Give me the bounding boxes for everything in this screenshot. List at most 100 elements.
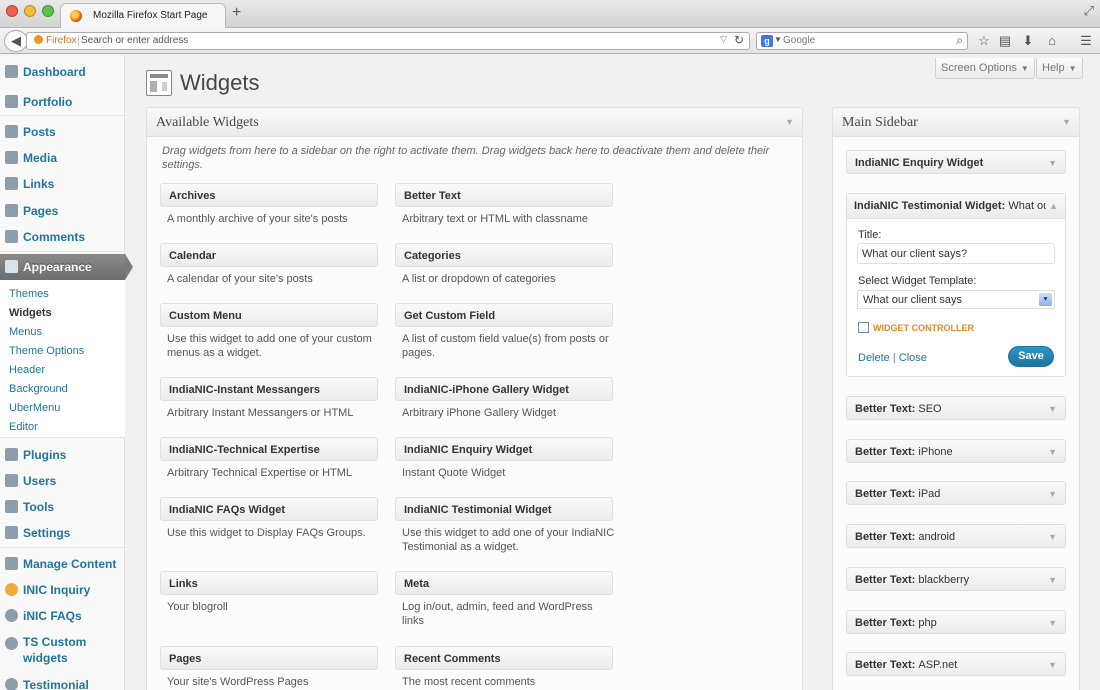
sidebar-widget[interactable]: Better Text: php ▼ [846, 609, 1066, 634]
widget-controller-checkbox[interactable] [858, 322, 869, 333]
menu-pages[interactable]: Pages [0, 200, 125, 222]
menu-comments[interactable]: Comments [0, 226, 125, 248]
history-dropdown-icon[interactable]: ▽ [720, 34, 727, 45]
menu-inic-faqs[interactable]: iNIC FAQs [0, 605, 125, 627]
toggle-arrow-icon[interactable]: ▲ [1049, 201, 1058, 211]
widget-title-suffix: android [918, 531, 956, 544]
available-widget[interactable]: IndiaNIC-Instant Messangers [160, 377, 378, 401]
toggle-arrow-icon[interactable]: ▼ [1062, 117, 1071, 127]
sidebar-widget[interactable]: Better Text: android ▼ [846, 524, 1066, 549]
new-tab-button[interactable]: + [232, 4, 241, 22]
back-button[interactable]: ◀ [4, 30, 28, 52]
menu-users[interactable]: Users [0, 470, 125, 492]
available-widgets-header[interactable]: Available Widgets ▼ [147, 108, 802, 137]
menu-plugins[interactable]: Plugins [0, 444, 125, 466]
available-widget[interactable]: Pages [160, 646, 378, 670]
search-input[interactable]: Google [783, 35, 815, 46]
menu-posts[interactable]: Posts [0, 121, 125, 143]
toggle-arrow-icon[interactable]: ▼ [785, 117, 794, 127]
available-widget[interactable]: Calendar [160, 243, 378, 267]
toggle-arrow-icon[interactable]: ▼ [1048, 447, 1057, 457]
fullscreen-icon[interactable]: ⤢ [1084, 3, 1094, 19]
downloads-icon[interactable]: ⬇ [1019, 32, 1037, 50]
toggle-arrow-icon[interactable]: ▼ [1048, 532, 1057, 542]
template-select[interactable]: What our client says ▼ [857, 290, 1055, 309]
toggle-arrow-icon[interactable]: ▼ [1048, 404, 1057, 414]
menu-icon[interactable]: ☰ [1077, 32, 1095, 50]
zoom-window-icon[interactable] [42, 5, 54, 17]
menu-testimonial[interactable]: Testimonial [0, 674, 125, 690]
submenu-editor[interactable]: Editor [9, 421, 38, 433]
browser-tab[interactable]: Mozilla Firefox Start Page [60, 3, 226, 28]
submenu-header[interactable]: Header [9, 364, 45, 376]
submenu-menus[interactable]: Menus [9, 326, 42, 338]
sidebar-widget[interactable]: Better Text: SEO ▼ [846, 396, 1066, 420]
screen-options-button[interactable]: Screen Options ▼ [935, 58, 1035, 79]
menu-media[interactable]: Media [0, 147, 125, 169]
available-widget[interactable]: Links [160, 571, 378, 595]
sidebar-widget[interactable]: Better Text: ASP.net ▼ [846, 652, 1066, 677]
browser-navbar: ◀ Firefox Search or enter address ▽ ↻ g … [0, 28, 1100, 54]
available-widget[interactable]: Custom Menu [160, 303, 378, 327]
sidebar-widget[interactable]: Better Text: blackberry ▼ [846, 566, 1066, 591]
menu-appearance[interactable]: Appearance [0, 254, 133, 280]
bookmarks-menu-icon[interactable]: ▤ [996, 32, 1014, 50]
available-widget[interactable]: Meta [395, 571, 613, 595]
submenu-themes[interactable]: Themes [9, 288, 49, 300]
toggle-arrow-icon[interactable]: ▼ [1048, 489, 1057, 499]
help-button[interactable]: Help ▼ [1036, 58, 1083, 79]
sidebar-widget[interactable]: Better Text: iPhone ▼ [846, 438, 1066, 463]
main-sidebar-header[interactable]: Main Sidebar ▼ [833, 108, 1079, 137]
menu-links[interactable]: Links [0, 173, 125, 195]
menu-tools[interactable]: Tools [0, 496, 125, 518]
available-widget[interactable]: Categories [395, 243, 613, 267]
minimize-window-icon[interactable] [24, 5, 36, 17]
available-widget[interactable]: IndiaNIC-iPhone Gallery Widget [395, 377, 613, 401]
menu-label: Testimonial [23, 678, 89, 690]
submenu-ubermenu[interactable]: UberMenu [9, 402, 60, 414]
available-widget[interactable]: Recent Comments [395, 646, 613, 670]
available-widget[interactable]: IndiaNIC Testimonial Widget [395, 497, 613, 521]
delete-link[interactable]: Delete [858, 352, 890, 364]
sidebar-widget[interactable]: Better Text: iPad ▼ [846, 481, 1066, 506]
menu-inic-inquiry[interactable]: INIC Inquiry [0, 579, 125, 601]
title-input[interactable] [857, 243, 1055, 264]
available-widget[interactable]: IndiaNIC FAQs Widget [160, 497, 378, 521]
site-identity[interactable]: Firefox [34, 35, 77, 46]
testimonial-widget-header[interactable]: IndiaNIC Testimonial Widget: What our ▲ [847, 194, 1065, 219]
search-bar[interactable]: g ▼ Google ⌕ [756, 32, 968, 50]
sidebar-widget-enquiry[interactable]: IndiaNIC Enquiry Widget ▼ [846, 150, 1066, 174]
available-widget[interactable]: IndiaNIC Enquiry Widget [395, 437, 613, 461]
menu-manage-content[interactable]: Manage Content [0, 553, 125, 575]
engine-dropdown-icon[interactable]: ▼ [774, 35, 782, 44]
toggle-arrow-icon[interactable]: ▼ [1048, 660, 1057, 670]
save-button[interactable]: Save [1008, 346, 1054, 367]
available-widget[interactable]: IndiaNIC-Technical Expertise [160, 437, 378, 461]
menu-portfolio[interactable]: Portfolio [0, 91, 125, 113]
available-widget[interactable]: Get Custom Field [395, 303, 613, 327]
toggle-arrow-icon[interactable]: ▼ [1048, 158, 1057, 168]
home-icon[interactable]: ⌂ [1043, 32, 1061, 50]
submenu-widgets[interactable]: Widgets [9, 307, 52, 319]
chevron-down-icon[interactable]: ▼ [1039, 293, 1052, 306]
menu-ts-custom-widgets[interactable]: TS Custom widgets [0, 633, 125, 665]
submenu-theme-options[interactable]: Theme Options [9, 345, 84, 357]
toggle-arrow-icon[interactable]: ▼ [1048, 575, 1057, 585]
available-widget[interactable]: Better Text [395, 183, 613, 207]
toggle-arrow-icon[interactable]: ▼ [1048, 618, 1057, 628]
menu-settings[interactable]: Settings [0, 522, 125, 544]
close-window-icon[interactable] [6, 5, 18, 17]
search-icon[interactable]: ⌕ [956, 33, 963, 48]
url-bar[interactable]: Firefox Search or enter address ▽ ↻ [26, 32, 750, 50]
widget-title-name: Better Text: [855, 659, 916, 672]
google-icon[interactable]: g [761, 35, 773, 47]
screen-options-label: Screen Options [941, 62, 1017, 74]
url-input[interactable]: Search or enter address [81, 35, 188, 46]
bookmark-star-icon[interactable]: ☆ [975, 32, 993, 50]
submenu-background[interactable]: Background [9, 383, 68, 395]
menu-dashboard[interactable]: Dashboard [0, 61, 125, 83]
reload-icon[interactable]: ↻ [734, 33, 744, 47]
widget-controller-label[interactable]: WIDGET CONTROLLER [873, 323, 974, 333]
close-link[interactable]: Close [899, 352, 927, 364]
available-widget[interactable]: Archives [160, 183, 378, 207]
